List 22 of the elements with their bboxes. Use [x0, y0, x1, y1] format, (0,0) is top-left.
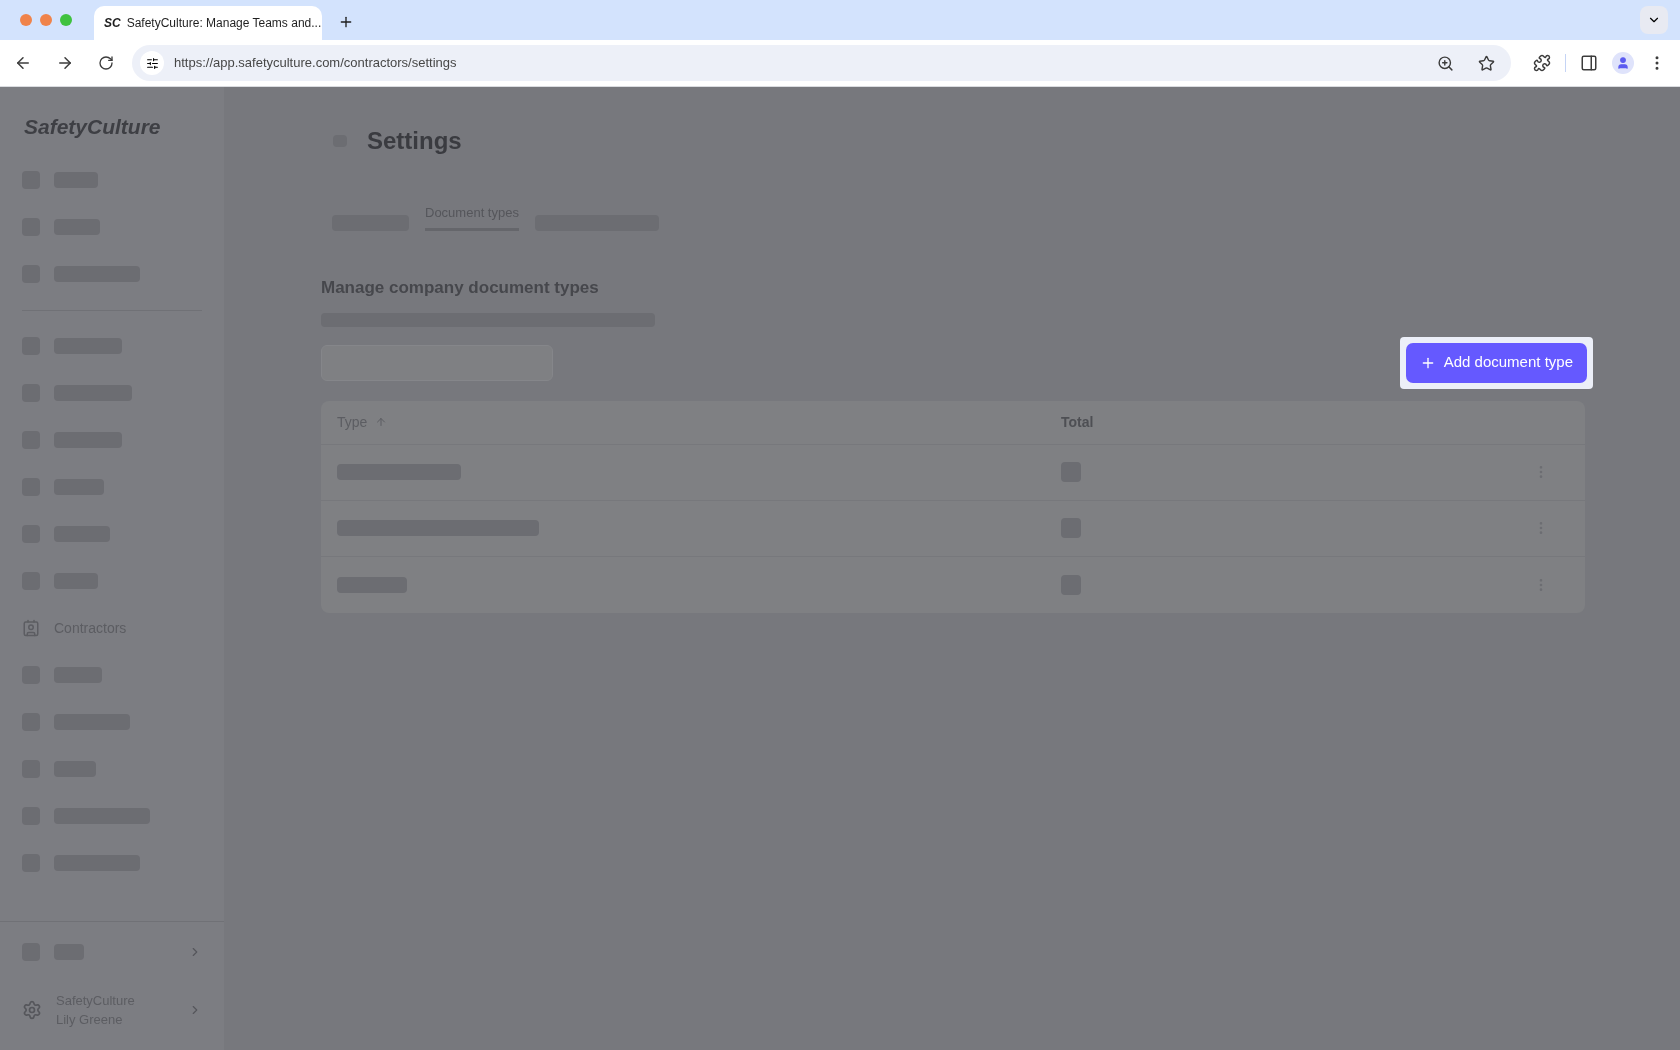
contacts-icon [22, 619, 40, 637]
brand-logo: SafetyCulture [23, 114, 162, 140]
settings-icon[interactable] [22, 1000, 42, 1020]
bookmark-star-icon[interactable] [1478, 54, 1495, 72]
browser-tab[interactable]: SC SafetyCulture: Manage Teams and... [94, 6, 322, 40]
extensions-icon[interactable] [1533, 54, 1551, 72]
new-tab-icon[interactable] [338, 14, 354, 30]
profile-avatar-icon[interactable] [1612, 52, 1634, 74]
reload-icon[interactable] [98, 55, 114, 71]
page-title: Settings [367, 126, 462, 156]
address-bar[interactable]: https://app.safetyculture.com/contractors/settings [132, 45, 1511, 81]
back-icon[interactable] [14, 54, 32, 72]
tab-title: SafetyCulture: Manage Teams and... [126, 15, 322, 32]
sort-ascending-icon[interactable] [375, 416, 388, 428]
forward-icon[interactable] [56, 54, 74, 72]
tab-search-button[interactable] [1640, 6, 1668, 34]
add-document-type-button[interactable]: Add document type [1405, 342, 1587, 383]
site-settings-icon[interactable] [140, 51, 164, 75]
zoom-icon[interactable] [1437, 54, 1454, 72]
site-logo-icon: SC [104, 14, 121, 32]
url-text: https://app.safetyculture.com/contractors/settings [174, 54, 458, 73]
side-panel-icon[interactable] [1580, 54, 1598, 72]
